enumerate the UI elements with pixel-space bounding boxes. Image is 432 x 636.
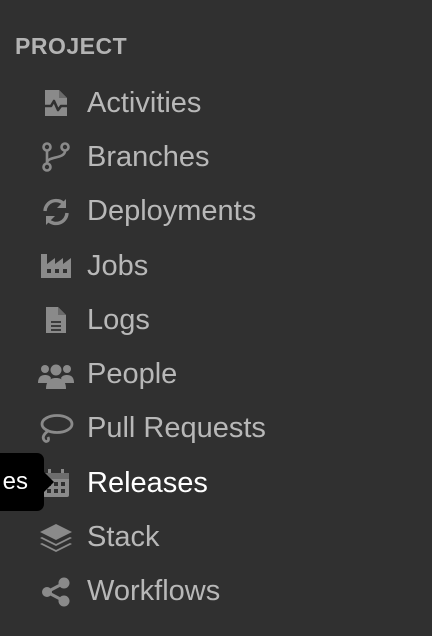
sidebar-item-label: People xyxy=(87,358,178,391)
factory-icon xyxy=(38,248,74,284)
sidebar-item-label: Releases xyxy=(87,466,208,499)
sidebar-item-deployments[interactable]: Deployments xyxy=(0,185,432,239)
people-icon xyxy=(38,357,74,393)
project-nav-list: Activities Branches Deployments Jobs Log… xyxy=(0,76,432,619)
sidebar-item-label: Branches xyxy=(87,140,210,173)
sidebar-item-releases[interactable]: Releases xyxy=(0,456,432,510)
sidebar-item-label: Pull Requests xyxy=(87,412,266,445)
log-file-icon xyxy=(38,302,74,338)
section-header-project: PROJECT xyxy=(15,33,128,59)
sidebar-item-jobs[interactable]: Jobs xyxy=(0,239,432,293)
sidebar-item-label: Jobs xyxy=(87,249,149,282)
tooltip-arrow xyxy=(44,472,54,492)
sidebar-item-stack[interactable]: Stack xyxy=(0,510,432,564)
layers-icon xyxy=(38,520,74,556)
releases-tooltip: es xyxy=(0,453,54,511)
sidebar-item-logs[interactable]: Logs xyxy=(0,293,432,347)
project-sidebar: PROJECT Activities Branches Deployments … xyxy=(0,0,432,636)
sidebar-item-people[interactable]: People xyxy=(0,347,432,401)
sidebar-item-label: Activities xyxy=(87,86,202,119)
sidebar-item-label: Stack xyxy=(87,521,160,554)
branch-icon xyxy=(38,139,74,175)
refresh-icon xyxy=(38,194,74,230)
sidebar-item-branches[interactable]: Branches xyxy=(0,130,432,184)
activity-file-icon xyxy=(38,85,74,121)
sidebar-item-workflows[interactable]: Workflows xyxy=(0,565,432,619)
sidebar-item-label: Logs xyxy=(87,303,150,336)
sidebar-item-activities[interactable]: Activities xyxy=(0,76,432,130)
lasso-icon xyxy=(38,411,74,447)
sidebar-item-label: Workflows xyxy=(87,575,221,608)
share-nodes-icon xyxy=(38,574,74,610)
sidebar-item-label: Deployments xyxy=(87,195,257,228)
tooltip-text: es xyxy=(2,468,28,495)
sidebar-item-pull-requests[interactable]: Pull Requests xyxy=(0,402,432,456)
